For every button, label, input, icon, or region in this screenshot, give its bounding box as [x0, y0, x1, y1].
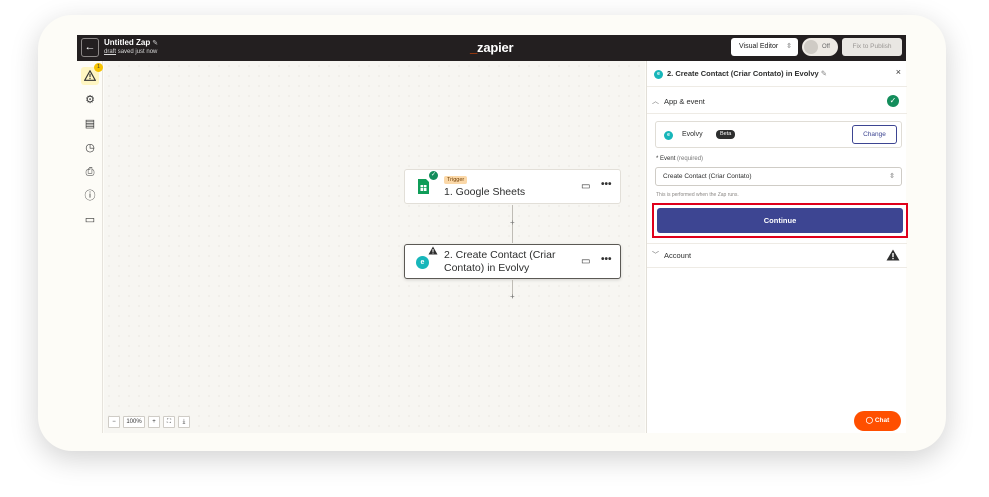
comment-icon[interactable]: ▭ — [581, 256, 590, 267]
draft-link[interactable]: draft — [104, 49, 116, 55]
left-sidebar: 1 ⚙ ▤ ◷ ⎙ ⓘ ▭ — [77, 61, 103, 433]
warning-count-badge: 1 — [94, 63, 103, 72]
zap-status: draft saved just now — [104, 49, 157, 55]
account-label: Account — [664, 251, 692, 260]
more-icon[interactable]: ••• — [601, 254, 612, 265]
zoom-in-button[interactable]: + — [148, 416, 160, 428]
action-step-title-line2: Contato) in Evolvy — [444, 262, 530, 274]
app-event-label: App & event — [664, 97, 705, 106]
continue-highlight: Continue — [652, 203, 908, 238]
google-sheets-icon — [418, 179, 429, 194]
step-editor-panel: e 2. Create Contact (Criar Contato) in E… — [646, 61, 908, 433]
divider — [647, 267, 907, 268]
app-selector: e Evolvy Beta Change — [655, 121, 902, 148]
pencil-icon[interactable]: ✎ — [821, 69, 827, 78]
pencil-icon[interactable]: ✎ — [152, 40, 158, 47]
check-icon: ✓ — [429, 171, 438, 180]
app-name: Evolvy — [682, 131, 703, 138]
toggle-knob — [804, 40, 818, 54]
warning-icon — [428, 246, 438, 255]
chevron-updown-icon: ⇳ — [889, 173, 895, 180]
back-button[interactable]: ← — [81, 38, 99, 57]
publish-button[interactable]: Fix to Publish — [842, 38, 902, 56]
comment-icon[interactable]: ▭ — [581, 181, 590, 192]
layers-icon[interactable]: ▤ — [81, 115, 99, 133]
editor-mode-select[interactable]: Visual Editor ⇳ — [731, 38, 798, 56]
comment-icon[interactable]: ▭ — [81, 211, 99, 229]
zoom-out-button[interactable]: − — [108, 416, 120, 428]
chevron-up-icon: ︿ — [652, 98, 659, 105]
chevron-down-icon: ﹀ — [652, 252, 659, 259]
trigger-step-title: 1. Google Sheets — [444, 186, 526, 198]
warning-icon — [886, 249, 900, 261]
add-step-button[interactable]: + — [510, 292, 515, 301]
account-section-header[interactable]: ﹀ Account — [647, 243, 907, 267]
evolvy-app-icon: e — [664, 131, 673, 140]
chat-button[interactable]: ◯ Chat — [854, 411, 901, 431]
beta-badge: Beta — [716, 130, 736, 139]
history-icon[interactable]: ◷ — [81, 139, 99, 157]
arrow-left-icon: ← — [84, 41, 96, 53]
zap-title[interactable]: Untitled Zap ✎ — [104, 38, 158, 47]
trigger-step-card[interactable]: ✓ Trigger 1. Google Sheets ▭ ••• — [404, 169, 621, 204]
zoom-controls: − 100% + ⛶ ⤓ — [108, 416, 190, 428]
app-event-section-header[interactable]: ︿ App & event ✓ — [647, 89, 907, 113]
download-icon[interactable]: ⤓ — [178, 416, 190, 428]
help-icon[interactable]: ⓘ — [81, 187, 99, 205]
close-icon[interactable]: × — [896, 67, 901, 77]
event-select[interactable]: Create Contact (Criar Contato) ⇳ — [655, 167, 902, 186]
action-step-title-line1: 2. Create Contact (Criar — [444, 249, 556, 261]
evolvy-app-icon: e — [416, 256, 429, 269]
add-step-button[interactable]: + — [510, 218, 515, 227]
file-export-icon[interactable]: ⎙ — [81, 163, 99, 181]
zap-canvas[interactable]: ✓ Trigger 1. Google Sheets ▭ ••• + e 2. … — [104, 61, 645, 433]
panel-header: e 2. Create Contact (Criar Contato) in E… — [647, 61, 907, 87]
fit-view-icon[interactable]: ⛶ — [163, 416, 175, 428]
zap-toggle[interactable]: Off — [802, 38, 838, 56]
zoom-level: 100% — [123, 416, 145, 428]
action-step-card[interactable]: e 2. Create Contact (Criar Contato) in E… — [404, 244, 621, 279]
trigger-tag: Trigger — [444, 176, 468, 184]
change-app-button[interactable]: Change — [852, 125, 897, 144]
check-circle-icon: ✓ — [887, 95, 899, 107]
event-help-text: This is performed when the Zap runs. — [656, 192, 739, 198]
continue-button[interactable]: Continue — [657, 208, 903, 233]
chevron-updown-icon: ⇳ — [786, 43, 792, 50]
gear-icon[interactable]: ⚙ — [81, 91, 99, 109]
panel-title[interactable]: 2. Create Contact (Criar Contato) in Evo… — [667, 69, 827, 78]
zapier-logo: _zapier — [470, 40, 514, 55]
event-field-label: * Event (required) — [656, 156, 704, 162]
more-icon[interactable]: ••• — [601, 179, 612, 190]
divider — [647, 113, 907, 114]
top-bar: ← Untitled Zap ✎ draft saved just now _za… — [77, 35, 906, 61]
evolvy-app-icon: e — [654, 70, 663, 79]
warning-icon[interactable]: 1 — [81, 63, 103, 85]
saved-status: saved just now — [117, 49, 158, 55]
chat-icon: ◯ — [865, 417, 873, 424]
